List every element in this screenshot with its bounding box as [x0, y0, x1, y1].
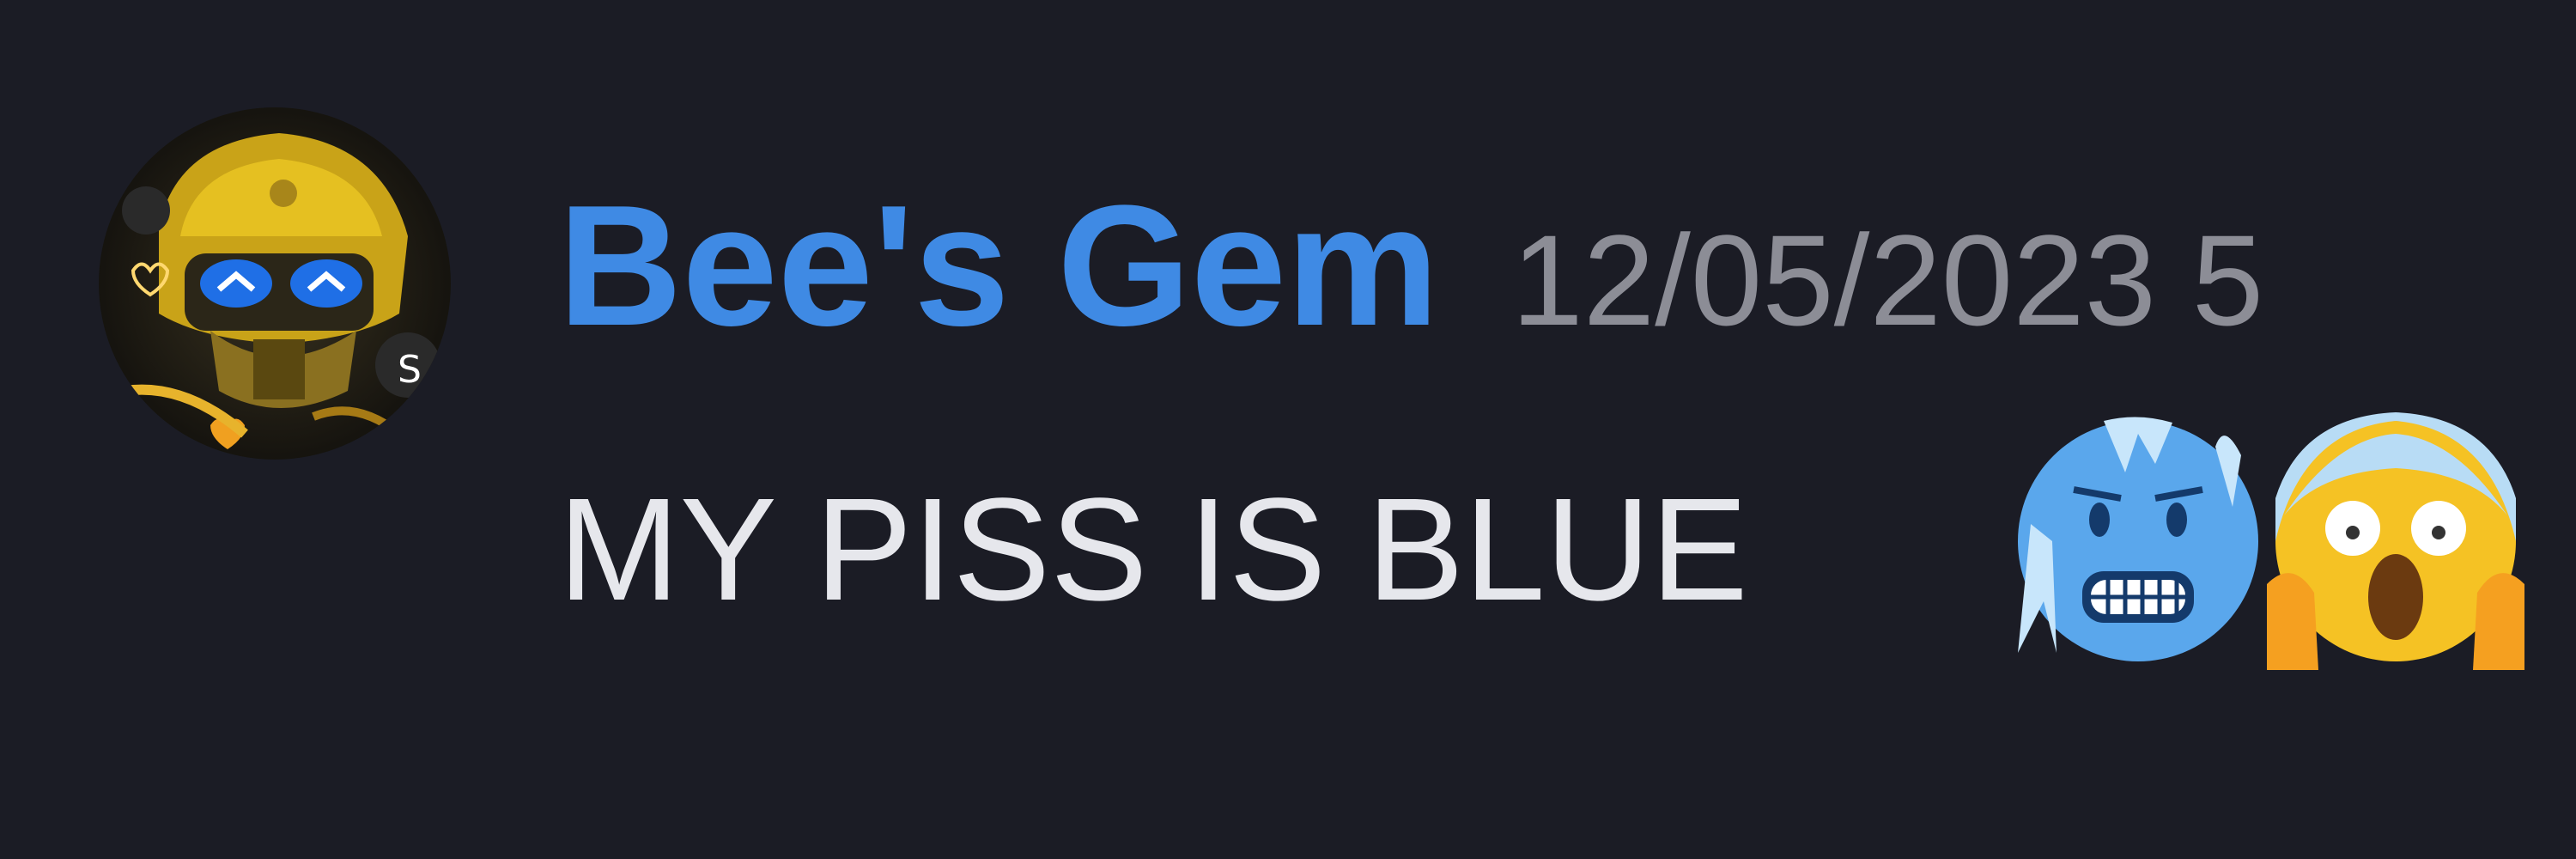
message-content: MY PISS IS BLUE [558, 438, 1748, 661]
timestamp: 12/05/2023 5 [1511, 208, 2264, 352]
purple-emoji-partial-icon[interactable] [2524, 412, 2576, 670]
bumblebee-avatar-icon: S [99, 107, 451, 460]
username[interactable]: Bee's Gem [558, 163, 1439, 369]
avatar[interactable]: S [99, 107, 451, 460]
svg-text:S: S [398, 348, 422, 392]
message-header: Bee's Gem 12/05/2023 5 [558, 163, 2263, 369]
chat-message: S Bee's Gem 12/05/2023 5 MY PISS IS BLUE [0, 0, 2576, 859]
emoji-row [2009, 412, 2576, 670]
message-text: MY PISS IS BLUE [558, 468, 1748, 631]
cold-face-emoji-icon[interactable] [2009, 412, 2267, 670]
face-screaming-in-fear-emoji-icon[interactable] [2267, 412, 2524, 670]
